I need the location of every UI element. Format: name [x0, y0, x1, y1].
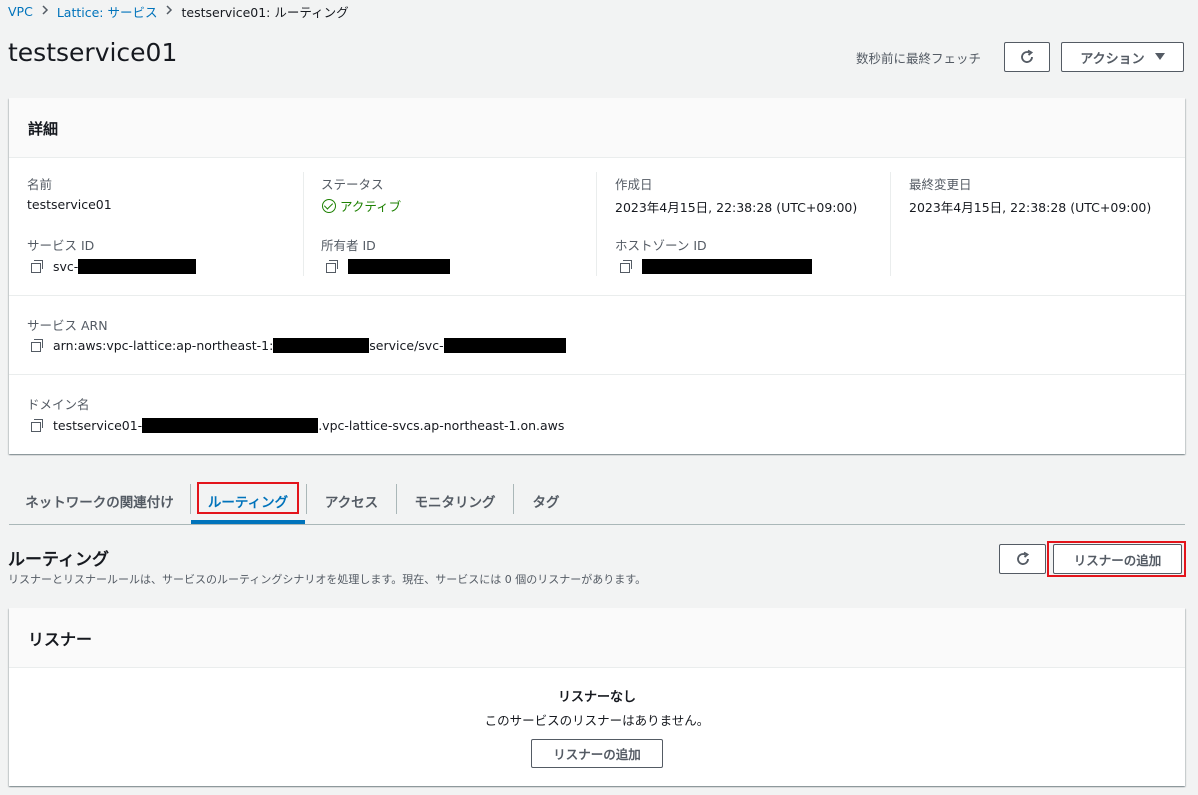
copy-icon[interactable] — [618, 258, 634, 274]
listeners-header: リスナー — [9, 608, 1185, 668]
tab-access[interactable]: アクセス — [307, 478, 396, 524]
service-id-label: サービス ID — [27, 238, 95, 253]
redacted-block — [78, 258, 197, 274]
tab-bar: ネットワークの関連付け ルーティング アクセス モニタリング タグ — [9, 478, 1185, 525]
refresh-icon — [1016, 551, 1029, 565]
breadcrumb-current: testservice01: ルーティング — [181, 4, 349, 20]
status-label: ステータス — [321, 177, 384, 192]
redacted-block — [142, 417, 319, 433]
active-tab-indicator — [191, 520, 305, 524]
listeners-panel: リスナー リスナーなし このサービスのリスナーはありません。 リスナーの追加 — [9, 608, 1185, 786]
listeners-title: リスナー — [28, 630, 93, 649]
page-title: testservice01 — [8, 38, 178, 67]
breadcrumb-vpc-link[interactable]: VPC — [8, 4, 33, 19]
domain-value: testservice01- .vpc-lattice-svcs.ap-nort… — [29, 417, 564, 433]
actions-label: アクション — [1080, 51, 1145, 67]
tab-monitoring[interactable]: モニタリング — [397, 478, 513, 524]
chevron-right-icon — [165, 4, 173, 18]
copy-icon[interactable] — [29, 417, 45, 433]
service-id-value: svc- — [29, 258, 197, 274]
name-value: testservice01 — [27, 197, 112, 212]
status-success-icon — [322, 198, 336, 213]
column-divider — [596, 172, 597, 276]
redacted-block — [443, 337, 566, 353]
name-label: 名前 — [27, 177, 53, 192]
row-divider — [9, 295, 1185, 296]
domain-label: ドメイン名 — [27, 397, 90, 412]
hosted-zone-label: ホストゾーン ID — [615, 238, 707, 253]
routing-section-title: ルーティング — [8, 550, 109, 570]
routing-description: リスナーとリスナールールは、サービスのルーティングシナリオを処理します。現在、サ… — [8, 573, 647, 586]
details-panel: 詳細 名前 testservice01 ステータス アクティブ 作成日 2023… — [9, 98, 1185, 454]
redacted-block — [273, 337, 370, 353]
tab-tags[interactable]: タグ — [514, 478, 578, 524]
tab-network-associations[interactable]: ネットワークの関連付け — [9, 478, 190, 524]
details-header: 詳細 — [9, 98, 1185, 158]
modified-label: 最終変更日 — [909, 177, 972, 192]
last-fetch-status: 数秒前に最終フェッチ — [856, 51, 982, 66]
created-label: 作成日 — [615, 177, 653, 192]
status-text: アクティブ — [340, 199, 402, 214]
arn-value: arn:aws:vpc-lattice:ap-northeast-1: serv… — [29, 337, 566, 353]
breadcrumb: VPC Lattice: サービス testservice01: ルーティング — [8, 2, 349, 20]
created-value: 2023年4月15日, 22:38:28 (UTC+09:00) — [615, 200, 858, 215]
actions-dropdown-button[interactable]: アクション — [1061, 42, 1184, 72]
row-divider — [9, 374, 1185, 375]
refresh-icon — [1021, 49, 1034, 63]
highlight-box — [197, 482, 299, 514]
highlight-box — [1047, 541, 1186, 577]
copy-icon[interactable] — [29, 258, 45, 274]
chevron-right-icon — [41, 4, 49, 18]
hosted-zone-value — [618, 258, 812, 274]
modified-value: 2023年4月15日, 22:38:28 (UTC+09:00) — [909, 200, 1152, 215]
copy-icon[interactable] — [29, 337, 45, 353]
empty-state-description: このサービスのリスナーはありません。 — [484, 713, 710, 728]
add-listener-empty-button[interactable]: リスナーの追加 — [531, 739, 663, 768]
column-divider — [890, 172, 891, 276]
empty-state-title: リスナーなし — [557, 690, 636, 705]
copy-icon[interactable] — [324, 258, 340, 274]
owner-id-label: 所有者 ID — [321, 238, 376, 253]
refresh-button[interactable] — [1004, 42, 1050, 72]
owner-id-value — [324, 258, 450, 274]
redacted-block — [348, 258, 450, 274]
caret-down-icon — [1154, 53, 1165, 60]
details-title: 詳細 — [28, 120, 59, 138]
status-value: アクティブ — [322, 196, 401, 215]
arn-label: サービス ARN — [27, 318, 108, 333]
redacted-block — [642, 258, 812, 274]
column-divider — [303, 172, 304, 276]
refresh-listeners-button[interactable] — [999, 544, 1046, 574]
breadcrumb-lattice-link[interactable]: Lattice: サービス — [57, 2, 158, 21]
